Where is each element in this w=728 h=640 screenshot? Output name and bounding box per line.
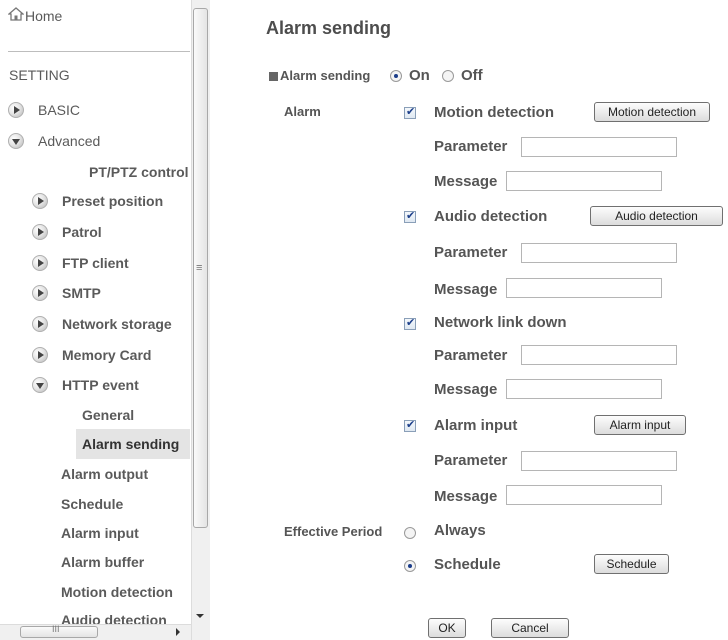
- motion-message-input[interactable]: [506, 171, 662, 191]
- sidebar-item-ptptz[interactable]: PT/PTZ control: [89, 164, 189, 180]
- scroll-right-arrow-icon[interactable]: [176, 628, 180, 636]
- sidebar-item-label: Alarm sending: [82, 436, 180, 452]
- chevron-right-icon[interactable]: [8, 102, 24, 118]
- parameter-label: Parameter: [434, 347, 508, 364]
- chevron-down-icon[interactable]: [8, 133, 24, 149]
- scroll-grip-icon: ≡: [196, 262, 203, 274]
- audio-detection-checkbox[interactable]: [404, 209, 416, 223]
- sidebar-item-motion-detection[interactable]: Motion detection: [61, 584, 173, 600]
- sidebar-item-smtp[interactable]: SMTP: [62, 285, 101, 301]
- chevron-right-icon[interactable]: [32, 224, 48, 240]
- message-label: Message: [434, 281, 498, 298]
- motion-detection-checkbox[interactable]: [404, 105, 416, 119]
- sidebar-item-http-event[interactable]: HTTP event: [62, 377, 139, 393]
- off-label: Off: [461, 67, 483, 84]
- sidebar-item-general[interactable]: General: [82, 407, 134, 423]
- alarm-label: Alarm: [284, 104, 321, 119]
- section-icon: [269, 72, 278, 81]
- chevron-right-icon[interactable]: [32, 285, 48, 301]
- effective-period-label: Effective Period: [284, 524, 383, 539]
- schedule-radio[interactable]: [404, 560, 416, 572]
- alarm-input-label: Alarm input: [434, 417, 518, 434]
- always-radio[interactable]: [404, 527, 416, 539]
- sidebar-item-memory-card[interactable]: Memory Card: [62, 347, 151, 363]
- motion-parameter-input[interactable]: [521, 137, 677, 157]
- alarm-input-checkbox[interactable]: [404, 418, 416, 432]
- on-radio[interactable]: [390, 70, 402, 82]
- on-label: On: [409, 67, 430, 84]
- scroll-grip-icon: III: [52, 624, 60, 634]
- audio-parameter-input[interactable]: [521, 243, 677, 263]
- audio-detection-button[interactable]: Audio detection: [590, 206, 723, 226]
- network-parameter-input[interactable]: [521, 345, 677, 365]
- alarm-sending-label: Alarm sending: [280, 68, 371, 83]
- divider: [8, 51, 190, 52]
- parameter-label: Parameter: [434, 244, 508, 261]
- page-title: Alarm sending: [266, 18, 392, 38]
- network-link-down-checkbox[interactable]: [404, 316, 416, 330]
- audio-message-input[interactable]: [506, 278, 662, 298]
- sidebar-item-alarm-sending[interactable]: Alarm sending: [76, 429, 190, 459]
- scroll-down-arrow-icon[interactable]: [196, 614, 204, 618]
- ok-button[interactable]: OK: [428, 618, 466, 638]
- sidebar-item-alarm-input[interactable]: Alarm input: [61, 525, 139, 541]
- always-label: Always: [434, 522, 486, 539]
- alarm-input-parameter-input[interactable]: [521, 451, 677, 471]
- sidebar-item-preset[interactable]: Preset position: [62, 193, 163, 209]
- sidebar: Home SETTING BASIC Advanced PT/PTZ contr…: [0, 0, 210, 640]
- sidebar-item-ftp[interactable]: FTP client: [62, 255, 129, 271]
- cancel-button[interactable]: Cancel: [491, 618, 569, 638]
- chevron-right-icon[interactable]: [32, 316, 48, 332]
- parameter-label: Parameter: [434, 138, 508, 155]
- schedule-label: Schedule: [434, 556, 501, 573]
- network-message-input[interactable]: [506, 379, 662, 399]
- setting-heading: SETTING: [9, 67, 70, 83]
- motion-detection-button[interactable]: Motion detection: [594, 102, 710, 122]
- chevron-right-icon[interactable]: [32, 193, 48, 209]
- chevron-down-icon[interactable]: [32, 377, 48, 393]
- sidebar-item-schedule[interactable]: Schedule: [61, 496, 123, 512]
- off-radio[interactable]: [442, 70, 454, 82]
- motion-detection-label: Motion detection: [434, 104, 554, 121]
- home-link[interactable]: Home: [25, 8, 62, 24]
- chevron-right-icon[interactable]: [32, 255, 48, 271]
- message-label: Message: [434, 173, 498, 190]
- audio-detection-label: Audio detection: [434, 208, 548, 225]
- message-label: Message: [434, 488, 498, 505]
- home-icon[interactable]: [7, 7, 25, 21]
- sidebar-item-advanced[interactable]: Advanced: [38, 133, 100, 149]
- network-link-down-label: Network link down: [434, 314, 567, 331]
- sidebar-item-patrol[interactable]: Patrol: [62, 224, 102, 240]
- alarm-input-message-input[interactable]: [506, 485, 662, 505]
- message-label: Message: [434, 381, 498, 398]
- alarm-input-button[interactable]: Alarm input: [594, 415, 686, 435]
- sidebar-item-alarm-buffer[interactable]: Alarm buffer: [61, 554, 144, 570]
- chevron-right-icon[interactable]: [32, 347, 48, 363]
- sidebar-item-alarm-output[interactable]: Alarm output: [61, 466, 148, 482]
- sidebar-item-basic[interactable]: BASIC: [38, 102, 80, 118]
- sidebar-item-network-storage[interactable]: Network storage: [62, 316, 172, 332]
- parameter-label: Parameter: [434, 452, 508, 469]
- schedule-button[interactable]: Schedule: [594, 554, 669, 574]
